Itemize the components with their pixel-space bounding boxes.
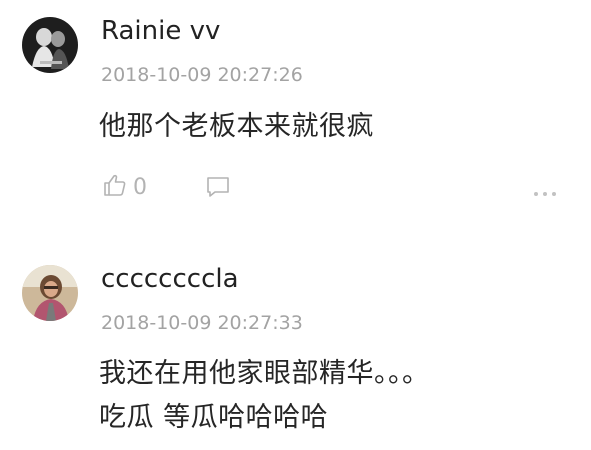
reply-button[interactable] xyxy=(205,175,231,203)
comment-actions: 0 xyxy=(0,172,591,202)
more-options-button[interactable] xyxy=(533,182,557,201)
username[interactable]: Rainie vv xyxy=(101,16,220,46)
timestamp: 2018-10-09 20:27:26 xyxy=(101,64,303,86)
ellipsis-icon xyxy=(533,182,557,201)
avatar[interactable] xyxy=(22,265,78,321)
comment-text-line: 吃瓜 等瓜哈哈哈哈 xyxy=(99,402,329,433)
thumbs-up-icon xyxy=(103,173,127,201)
comment-item: ccccccccla 2018-10-09 20:27:33 我还在用他家眼部精… xyxy=(0,230,591,450)
like-count: 0 xyxy=(133,174,147,200)
comment-item: Rainie vv 2018-10-09 20:27:26 他那个老板本来就很疯… xyxy=(0,0,591,230)
avatar-image xyxy=(22,265,78,321)
timestamp: 2018-10-09 20:27:33 xyxy=(101,312,303,334)
speech-bubble-icon xyxy=(205,177,231,203)
avatar-image xyxy=(22,17,78,73)
username[interactable]: ccccccccla xyxy=(101,264,239,294)
like-button[interactable]: 0 xyxy=(103,172,147,202)
avatar[interactable] xyxy=(22,17,78,73)
comment-text-line: 我还在用他家眼部精华。。。 xyxy=(99,358,430,389)
comment-text: 他那个老板本来就很疯 xyxy=(99,111,374,142)
